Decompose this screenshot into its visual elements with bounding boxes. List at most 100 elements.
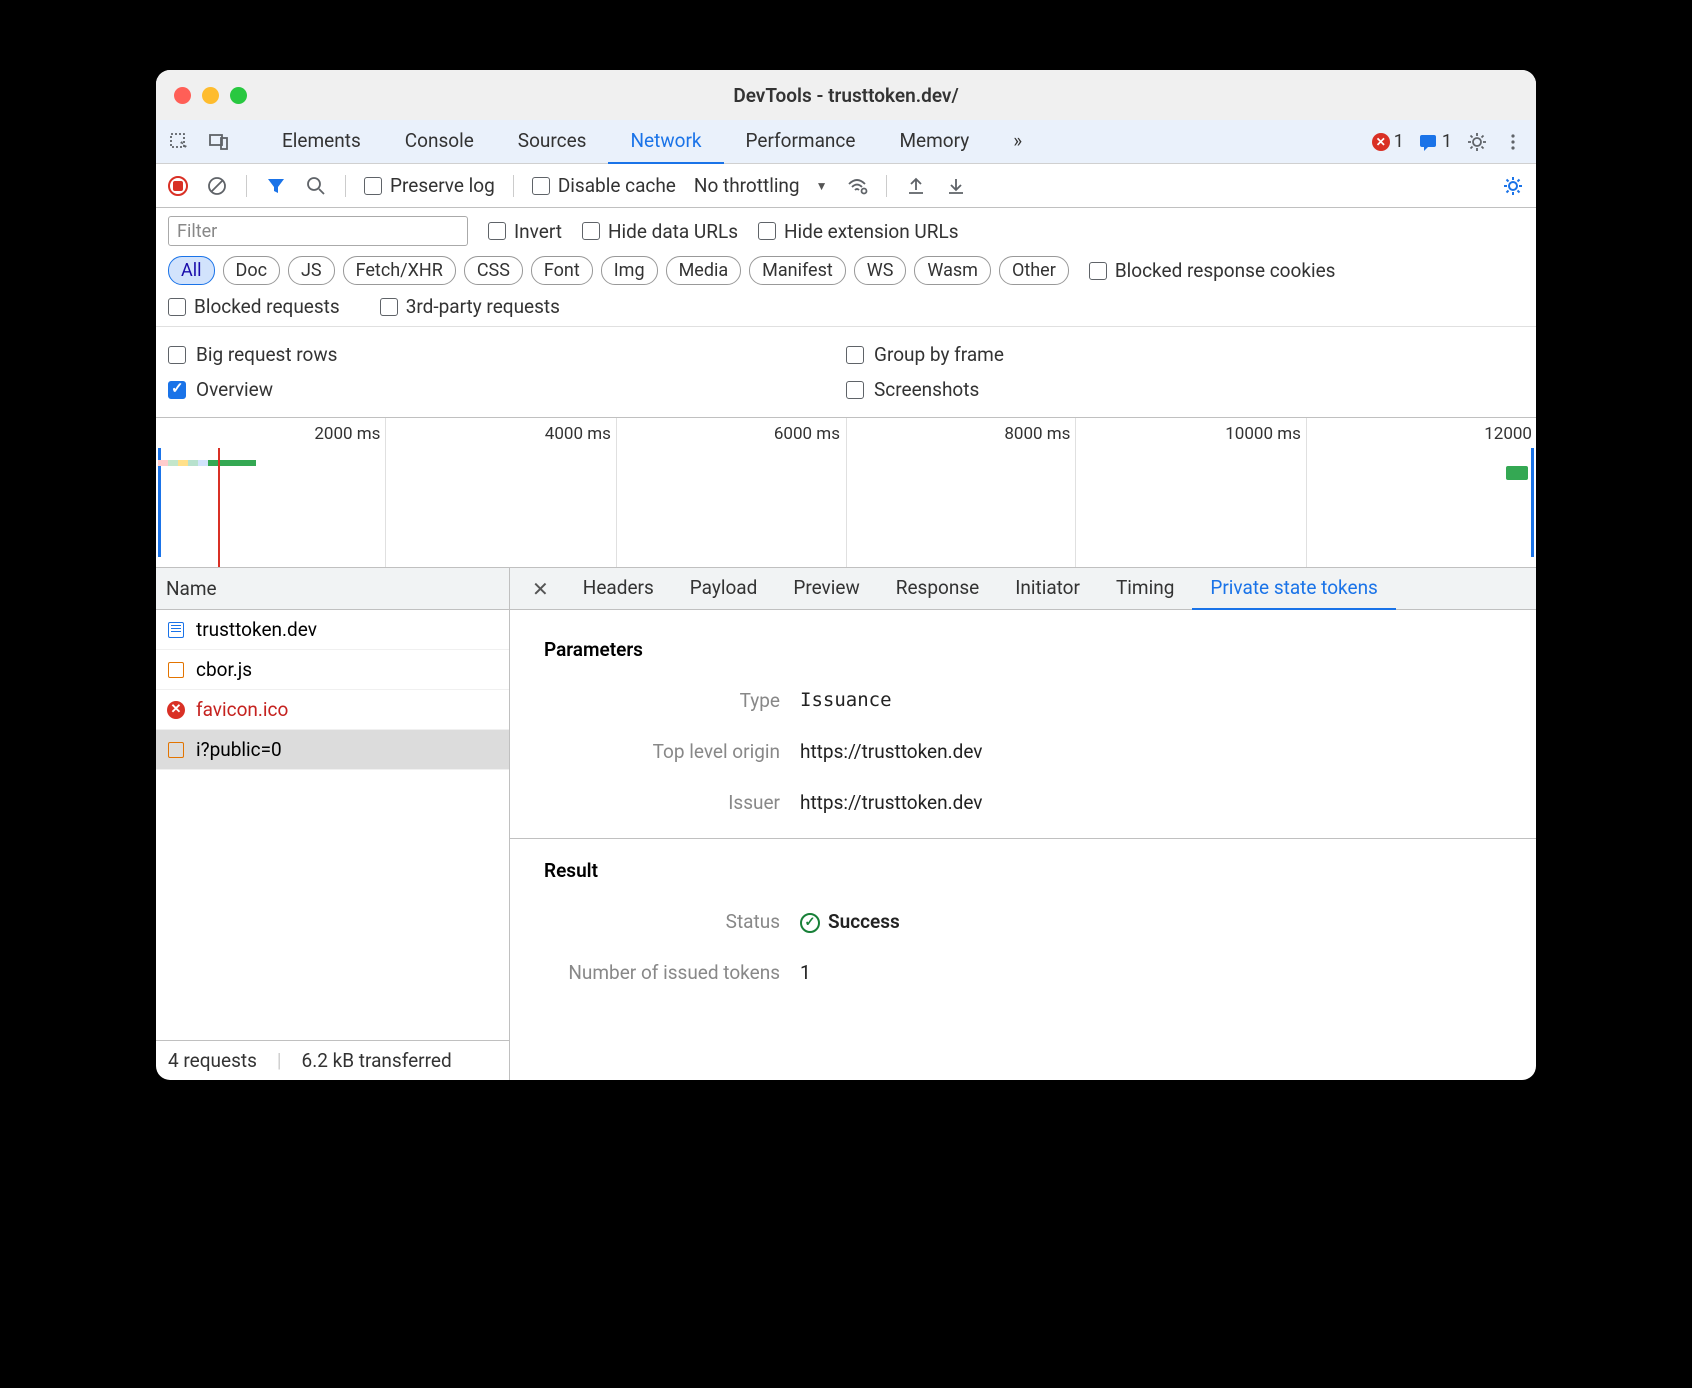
dtab-initiator[interactable]: Initiator: [997, 567, 1098, 610]
type-css[interactable]: CSS: [464, 256, 523, 285]
more-tabs-icon[interactable]: »: [991, 119, 1044, 164]
blocked-requests-checkbox[interactable]: Blocked requests: [168, 295, 340, 318]
type-all[interactable]: All: [168, 256, 215, 285]
gear-icon[interactable]: [1466, 131, 1488, 153]
tab-performance[interactable]: Performance: [724, 119, 878, 164]
type-font[interactable]: Font: [531, 256, 593, 285]
devtools-window: DevTools - trusttoken.dev/ Elements Cons…: [156, 70, 1536, 1080]
detail-tabs: ✕ Headers Payload Preview Response Initi…: [510, 568, 1536, 610]
device-icon[interactable]: [208, 131, 230, 153]
invert-checkbox[interactable]: Invert: [488, 220, 562, 243]
type-img[interactable]: Img: [601, 256, 658, 285]
group-frame-checkbox[interactable]: Group by frame: [846, 337, 1524, 372]
more-vertical-icon[interactable]: [1502, 131, 1524, 153]
type-wasm[interactable]: Wasm: [914, 256, 991, 285]
timeline-marker: [218, 448, 220, 567]
issued-label: Number of issued tokens: [510, 961, 800, 984]
type-doc[interactable]: Doc: [223, 256, 281, 285]
download-icon[interactable]: [945, 175, 967, 197]
status-bar: 4 requests | 6.2 kB transferred: [156, 1040, 509, 1080]
search-icon[interactable]: [305, 175, 327, 197]
result-heading: Result: [510, 839, 1536, 896]
type-js[interactable]: JS: [288, 256, 335, 285]
maaximize-window-icon[interactable]: [230, 87, 247, 104]
disable-cache-checkbox[interactable]: Disable cache: [532, 174, 676, 197]
request-name: cbor.js: [196, 658, 252, 681]
dtab-headers[interactable]: Headers: [565, 567, 672, 610]
message-icon: [1418, 132, 1438, 152]
timeline-load-marker: [1506, 466, 1528, 480]
name-column-header[interactable]: Name: [156, 568, 509, 610]
overview-checkbox[interactable]: Overview: [168, 372, 846, 407]
filter-icon[interactable]: [265, 175, 287, 197]
screenshots-checkbox[interactable]: Screenshots: [846, 372, 1524, 407]
divider: [246, 175, 247, 197]
tab-network[interactable]: Network: [608, 119, 723, 164]
type-other[interactable]: Other: [999, 256, 1069, 285]
timeline-data: [158, 460, 256, 468]
issuer-value: https://trusttoken.dev: [800, 791, 1536, 814]
filter-input[interactable]: Filter: [168, 216, 468, 246]
tab-sources[interactable]: Sources: [496, 119, 609, 164]
origin-label: Top level origin: [510, 740, 800, 763]
detail-body: Parameters Type Issuance Top level origi…: [510, 610, 1536, 1080]
third-party-checkbox[interactable]: 3rd-party requests: [380, 295, 560, 318]
detail-pane: ✕ Headers Payload Preview Response Initi…: [510, 568, 1536, 1080]
timeline-overview[interactable]: 2000 ms 4000 ms 6000 ms 8000 ms 10000 ms…: [156, 418, 1536, 568]
type-media[interactable]: Media: [666, 256, 742, 285]
request-row[interactable]: cbor.js: [156, 650, 509, 690]
type-value: Issuance: [800, 689, 1536, 712]
close-details-icon[interactable]: ✕: [516, 577, 565, 601]
options-bar: Big request rows Group by frame Overview…: [156, 327, 1536, 418]
divider: [886, 175, 887, 197]
parameters-heading: Parameters: [510, 630, 1536, 675]
blocked-cookies-checkbox[interactable]: Blocked response cookies: [1089, 259, 1336, 282]
traffic-lights: [174, 87, 247, 104]
divider: [513, 175, 514, 197]
network-toolbar: Preserve log Disable cache No throttling…: [156, 164, 1536, 208]
settings-gear-icon[interactable]: [1502, 175, 1524, 197]
error-badge[interactable]: ✕ 1: [1372, 131, 1404, 152]
clear-icon[interactable]: [206, 175, 228, 197]
upload-icon[interactable]: [905, 175, 927, 197]
dtab-tokens[interactable]: Private state tokens: [1192, 567, 1396, 610]
record-button[interactable]: [168, 176, 188, 196]
info-badge[interactable]: 1: [1418, 131, 1452, 152]
dtab-preview[interactable]: Preview: [775, 567, 877, 610]
tab-memory[interactable]: Memory: [877, 119, 991, 164]
throttling-select[interactable]: No throttling▼: [694, 174, 828, 197]
tab-elements[interactable]: Elements: [260, 119, 383, 164]
dtab-response[interactable]: Response: [878, 567, 997, 610]
request-row[interactable]: i?public=0: [156, 730, 509, 770]
script-icon: [166, 660, 186, 680]
request-name: trusttoken.dev: [196, 618, 317, 641]
tab-console[interactable]: Console: [383, 119, 496, 164]
dtab-payload[interactable]: Payload: [672, 567, 776, 610]
request-row[interactable]: trusttoken.dev: [156, 610, 509, 650]
timeline-mark: 10000 ms: [1225, 424, 1301, 444]
timeline-handle-right[interactable]: [1531, 448, 1534, 557]
request-row[interactable]: ✕ favicon.ico: [156, 690, 509, 730]
timeline-mark: 8000 ms: [1004, 424, 1070, 444]
inspect-icon[interactable]: [168, 131, 190, 153]
type-ws[interactable]: WS: [854, 256, 907, 285]
close-window-icon[interactable]: [174, 87, 191, 104]
preserve-log-checkbox[interactable]: Preserve log: [364, 174, 495, 197]
type-fetch[interactable]: Fetch/XHR: [343, 256, 456, 285]
transferred-size: 6.2 kB transferred: [302, 1049, 452, 1072]
type-manifest[interactable]: Manifest: [749, 256, 846, 285]
dtab-timing[interactable]: Timing: [1098, 567, 1192, 610]
info-count: 1: [1442, 131, 1452, 152]
minimize-window-icon[interactable]: [202, 87, 219, 104]
origin-value: https://trusttoken.dev: [800, 740, 1536, 763]
type-filters: All Doc JS Fetch/XHR CSS Font Img Media …: [168, 256, 1524, 285]
hide-ext-urls-checkbox[interactable]: Hide extension URLs: [758, 220, 959, 243]
filter-bar: Filter Invert Hide data URLs Hide extens…: [156, 208, 1536, 327]
timeline-mark: 2000 ms: [314, 424, 380, 444]
status-value: Success: [800, 910, 1536, 933]
hide-data-urls-checkbox[interactable]: Hide data URLs: [582, 220, 738, 243]
request-name: i?public=0: [196, 738, 282, 761]
wifi-icon[interactable]: [846, 175, 868, 197]
big-rows-checkbox[interactable]: Big request rows: [168, 337, 846, 372]
main-toolbar: Elements Console Sources Network Perform…: [156, 120, 1536, 164]
